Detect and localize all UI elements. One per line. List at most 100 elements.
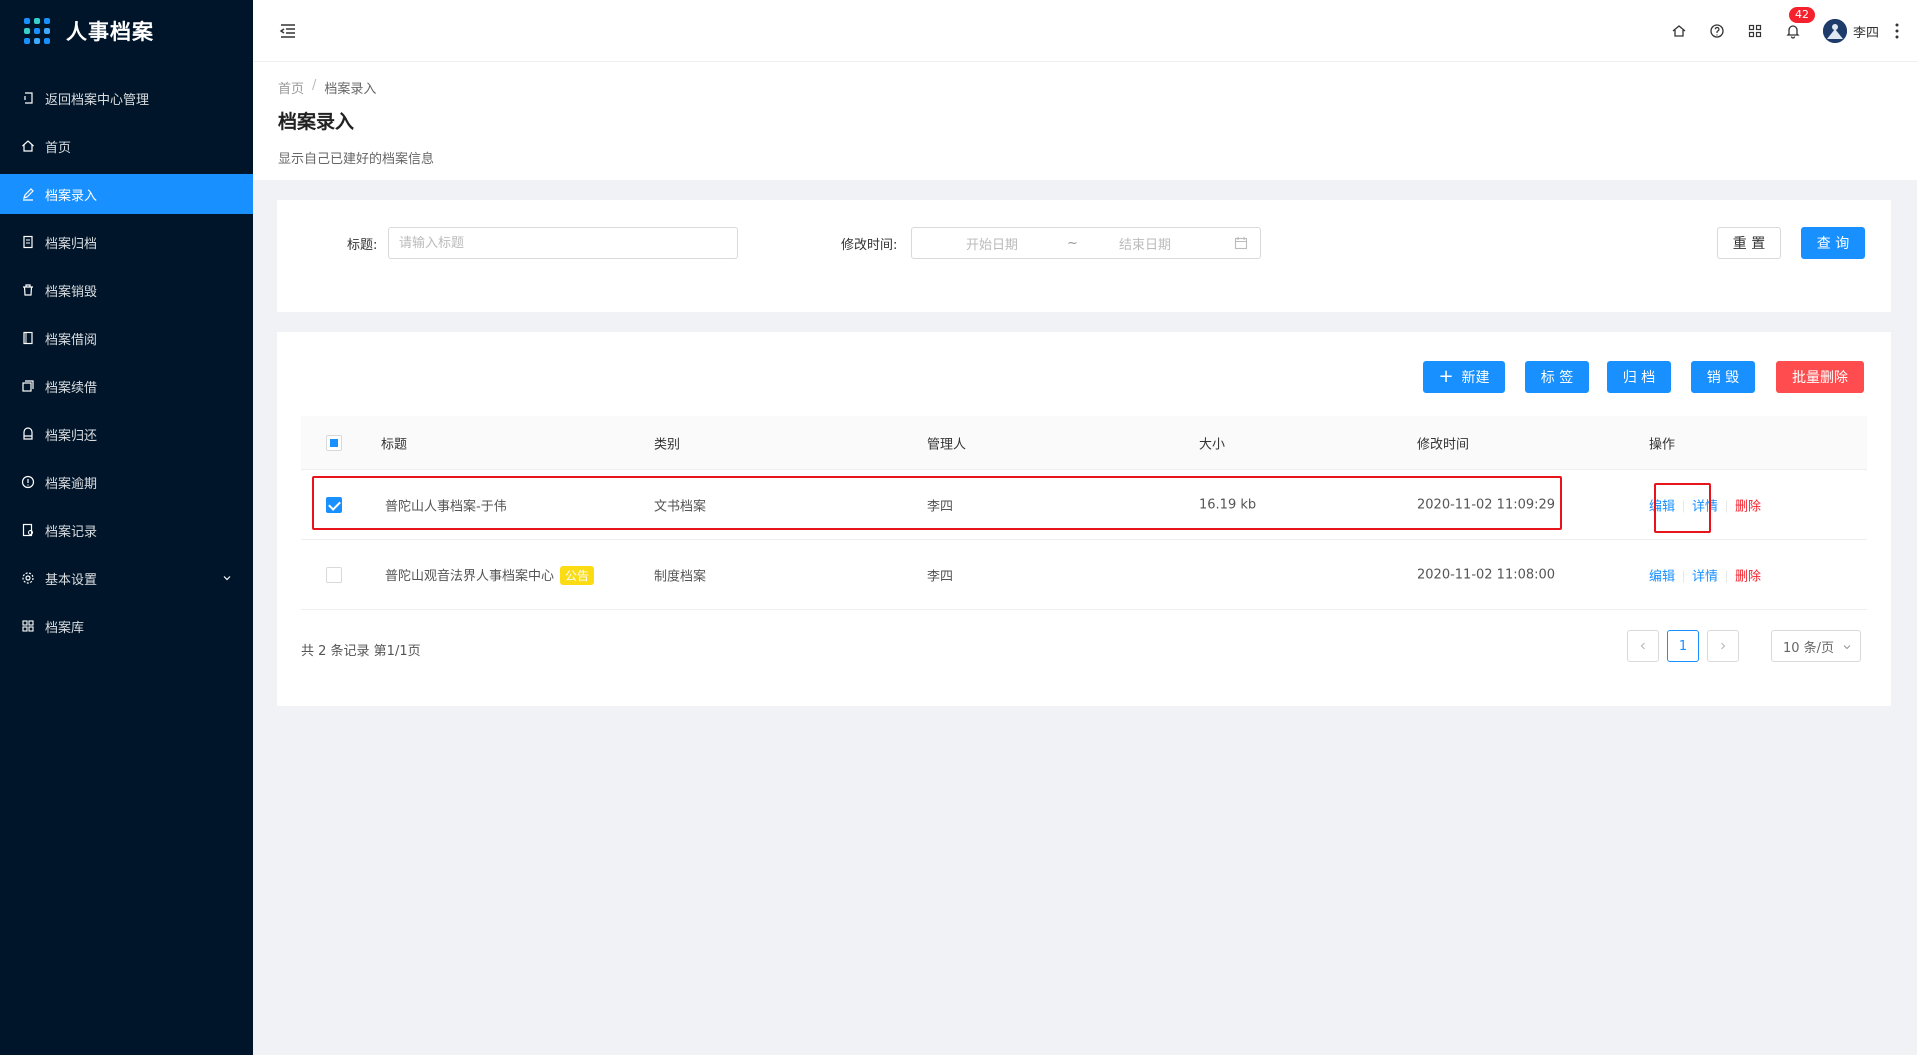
action-divider [1683, 500, 1685, 513]
return-icon [21, 91, 35, 105]
sidebar-item-label: 返回档案中心管理 [45, 92, 150, 108]
tag-button[interactable]: 标 签 [1525, 361, 1589, 393]
table-row[interactable]: 普陀山观音法界人事档案中心 公告 制度档案 李四 2020-11-02 11:08… [301, 540, 1867, 610]
header-actions: 42 李四 [1671, 0, 1917, 62]
column-header-title: 标题 [381, 437, 408, 452]
batch-delete-button[interactable]: 批量删除 [1776, 361, 1864, 393]
chevron-left-icon [1640, 642, 1645, 650]
new-button-label: 新建 [1461, 370, 1490, 386]
sidebar-item-label: 基本设置 [45, 572, 98, 588]
sidebar-item-return[interactable]: 返回档案中心管理 [0, 78, 253, 118]
edit-link[interactable]: 编辑 [1649, 569, 1675, 584]
sidebar-item-label: 档案归档 [45, 236, 98, 252]
menu-fold-icon[interactable] [278, 21, 298, 41]
edit-icon [21, 187, 35, 201]
row-manager: 李四 [927, 569, 954, 584]
grid-icon [21, 619, 35, 633]
record-icon [21, 523, 35, 537]
copy-icon [21, 379, 35, 393]
action-divider [1683, 570, 1685, 583]
row-modified: 2020-11-02 11:08:00 [1417, 567, 1556, 582]
delete-link[interactable]: 删除 [1735, 499, 1761, 514]
avatar[interactable] [1822, 19, 1847, 43]
column-header-category: 类别 [654, 437, 681, 452]
brand[interactable]: 人事档案 [0, 0, 253, 62]
notice-tag: 公告 [560, 565, 595, 585]
chevron-right-icon [1721, 642, 1726, 650]
page-size-select[interactable]: 10 条/页 [1771, 630, 1861, 662]
end-date-field[interactable]: 结束日期 [1119, 234, 1171, 253]
calendar-icon [1234, 236, 1248, 250]
row-actions: 编辑 详情 删除 [1649, 495, 1761, 514]
column-header-size: 大小 [1199, 437, 1226, 452]
row-actions: 编辑 详情 删除 [1649, 565, 1761, 584]
table-row[interactable]: 普陀山人事档案-于伟 文书档案 李四 16.19 kb 2020-11-02 1… [301, 470, 1867, 540]
detail-link[interactable]: 详情 [1692, 499, 1718, 514]
sidebar-item-label: 档案销毁 [45, 284, 98, 300]
home-icon[interactable] [1671, 23, 1687, 39]
book-icon [21, 331, 35, 345]
prev-page-button[interactable] [1627, 630, 1659, 662]
archive-button[interactable]: 归 档 [1607, 361, 1671, 393]
row-title: 普陀山人事档案-于伟 [385, 499, 507, 514]
sidebar-item-basic-settings[interactable]: 基本设置 [0, 558, 253, 598]
apps-grid-icon[interactable] [1747, 23, 1763, 39]
sidebar-item-archive-library[interactable]: 档案库 [0, 606, 253, 646]
date-range-separator: ~ [1067, 235, 1078, 251]
sidebar: 人事档案 返回档案中心管理 首页 档案录入 档案归档 档案销毁 档案借阅 档案续… [0, 0, 253, 1055]
row-checkbox[interactable] [326, 496, 342, 513]
page-number-button[interactable]: 1 [1667, 630, 1699, 662]
breadcrumb-separator: / [312, 78, 317, 93]
date-range-picker[interactable]: 开始日期 ~ 结束日期 [911, 227, 1261, 259]
archive-table-panel: + 新建 标 签 归 档 销 毁 批量删除 标题 类别 管理人 大小 修改时间 … [277, 332, 1891, 706]
row-checkbox[interactable] [326, 566, 342, 583]
destroy-button[interactable]: 销 毁 [1691, 361, 1755, 393]
more-vertical-icon[interactable] [1895, 22, 1899, 40]
sidebar-item-archive-overdue[interactable]: 档案逾期 [0, 462, 253, 502]
next-page-button[interactable] [1707, 630, 1739, 662]
sidebar-menu: 返回档案中心管理 首页 档案录入 档案归档 档案销毁 档案借阅 档案续借 档案归… [0, 78, 253, 646]
select-all-checkbox[interactable] [326, 434, 342, 451]
breadcrumb-home[interactable]: 首页 [278, 78, 304, 97]
plus-icon: + [1438, 366, 1454, 387]
column-header-modified: 修改时间 [1417, 437, 1470, 452]
trash-icon [21, 283, 35, 297]
row-size: 16.19 kb [1199, 497, 1257, 512]
row-manager: 李四 [927, 499, 954, 514]
table-header: 标题 类别 管理人 大小 修改时间 操作 [301, 416, 1867, 470]
page-header: 首页 / 档案录入 档案录入 显示自己已建好的档案信息 [253, 62, 1917, 180]
sidebar-item-archive-records[interactable]: 档案记录 [0, 510, 253, 550]
query-button[interactable]: 查 询 [1801, 227, 1865, 259]
reset-button[interactable]: 重 置 [1717, 227, 1781, 259]
help-icon[interactable] [1709, 23, 1725, 39]
detail-link[interactable]: 详情 [1692, 569, 1718, 584]
sidebar-item-archive-filing[interactable]: 档案归档 [0, 222, 253, 262]
breadcrumb: 首页 / 档案录入 [278, 78, 1917, 97]
title-search-input[interactable] [388, 227, 738, 259]
edit-link[interactable]: 编辑 [1649, 499, 1675, 514]
sidebar-item-archive-return[interactable]: 档案归还 [0, 414, 253, 454]
sidebar-item-label: 档案归还 [45, 428, 98, 444]
bell-icon[interactable]: 42 [1785, 7, 1815, 39]
sidebar-item-label: 档案逾期 [45, 476, 98, 492]
delete-link[interactable]: 删除 [1735, 569, 1761, 584]
action-divider [1726, 500, 1728, 513]
sidebar-item-archive-entry[interactable]: 档案录入 [0, 174, 253, 214]
new-button[interactable]: + 新建 [1423, 361, 1505, 393]
sidebar-item-archive-borrow[interactable]: 档案借阅 [0, 318, 253, 358]
page-title: 档案录入 [278, 111, 355, 133]
column-header-manager: 管理人 [927, 437, 967, 452]
sidebar-item-archive-destroy[interactable]: 档案销毁 [0, 270, 253, 310]
sidebar-item-archive-renew[interactable]: 档案续借 [0, 366, 253, 406]
sidebar-item-label: 档案借阅 [45, 332, 98, 348]
sidebar-item-label: 档案续借 [45, 380, 98, 396]
row-title: 普陀山观音法界人事档案中心 [385, 568, 555, 584]
alert-icon [21, 475, 35, 489]
row-category: 制度档案 [654, 569, 707, 584]
row-category: 文书档案 [654, 499, 707, 514]
chevron-down-icon [221, 572, 233, 584]
sidebar-item-home[interactable]: 首页 [0, 126, 253, 166]
start-date-field[interactable]: 开始日期 [966, 234, 1018, 253]
username[interactable]: 李四 [1853, 22, 1879, 41]
record-summary: 共 2 条记录 第1/1页 [301, 644, 421, 659]
